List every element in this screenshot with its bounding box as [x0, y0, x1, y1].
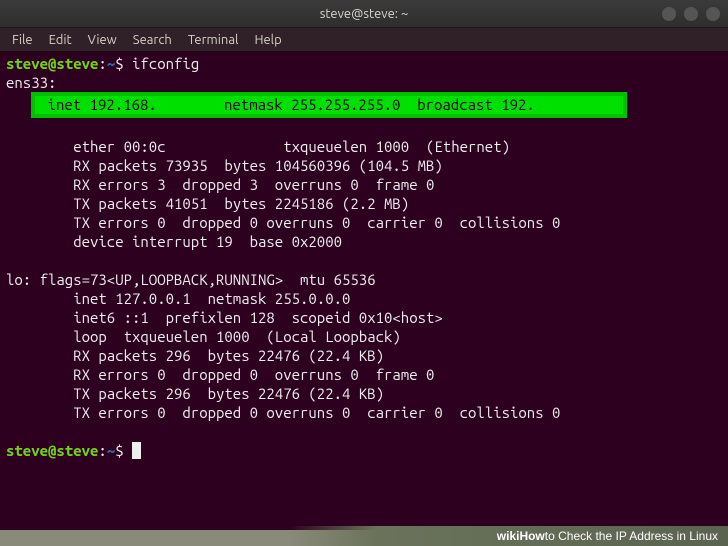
prompt-user: steve@steve — [6, 55, 98, 72]
menu-terminal[interactable]: Terminal — [182, 31, 245, 49]
prompt-sep: : — [98, 55, 106, 72]
brand-suffix: How — [519, 529, 544, 543]
prompt-symbol: $ — [115, 55, 132, 72]
footer: wikiHow to Check the IP Address in Linux — [0, 526, 728, 546]
brand-prefix: wiki — [497, 529, 520, 543]
menu-help[interactable]: Help — [248, 31, 287, 49]
maximize-icon[interactable] — [684, 7, 698, 21]
prompt-symbol-2: $ — [115, 442, 132, 459]
footer-text: to Check the IP Address in Linux — [545, 529, 718, 543]
cursor-icon — [132, 442, 141, 459]
window-title: steve@steve: ~ — [0, 7, 728, 21]
terminal-output[interactable]: steve@steve:~$ ifconfig ens33: inet 192.… — [0, 52, 728, 530]
menu-file[interactable]: File — [6, 31, 39, 49]
footer-caption: wikiHow to Check the IP Address in Linux — [288, 526, 728, 546]
lo-output: lo: flags=73<UP,LOOPBACK,RUNNING> mtu 65… — [6, 271, 560, 421]
ens33-output: ether 00:0c txqueuelen 1000 (Ethernet) R… — [6, 138, 560, 250]
highlighted-inet-line: inet 192.168. netmask 255.255.255.0 broa… — [31, 92, 627, 118]
menu-search[interactable]: Search — [127, 31, 178, 49]
menubar: File Edit View Search Terminal Help — [0, 28, 728, 52]
prompt-sep-2: : — [98, 442, 106, 459]
close-icon[interactable] — [706, 7, 720, 21]
prompt-path: ~ — [107, 55, 115, 72]
terminal-window: steve@steve: ~ File Edit View Search Ter… — [0, 0, 728, 530]
prompt-user-2: steve@steve — [6, 442, 98, 459]
prompt-path-2: ~ — [107, 442, 115, 459]
menu-view[interactable]: View — [82, 31, 123, 49]
window-controls — [662, 7, 720, 21]
menu-edit[interactable]: Edit — [43, 31, 78, 49]
command-text: ifconfig — [132, 55, 199, 72]
minimize-icon[interactable] — [662, 7, 676, 21]
ens33-head: ens33: — [6, 74, 56, 91]
titlebar: steve@steve: ~ — [0, 0, 728, 28]
